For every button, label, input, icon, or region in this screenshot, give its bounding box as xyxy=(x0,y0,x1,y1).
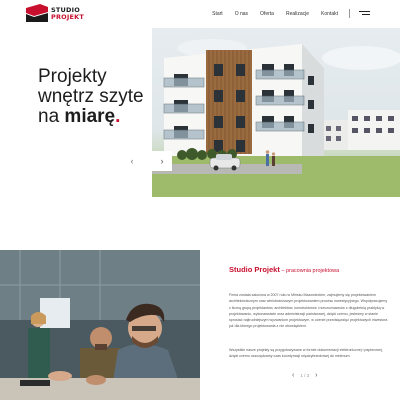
chevron-left-icon: ‹ xyxy=(130,156,134,166)
hero-building-image xyxy=(152,28,400,197)
chevron-right-icon: › xyxy=(160,156,164,166)
chevron-left-icon[interactable]: ‹ xyxy=(292,372,294,379)
chevron-right-icon[interactable]: › xyxy=(315,372,317,379)
main-nav: Start O nas Oferta Realizacje Kontakt xyxy=(212,11,338,17)
logo-line-2: PROJEKT xyxy=(51,13,85,21)
hero-line-3-prefix: na xyxy=(38,106,65,127)
nav-item-contact[interactable]: Kontakt xyxy=(321,11,338,17)
logo-text: STUDIO PROJEKT xyxy=(51,7,85,21)
nav-item-start[interactable]: Start xyxy=(212,11,223,17)
building-illustration xyxy=(152,39,400,197)
logo-mark-icon xyxy=(26,4,48,22)
hero-line-3-strong: miarę xyxy=(64,106,116,127)
nav-item-projects[interactable]: Realizacje xyxy=(286,11,309,17)
nav-divider xyxy=(349,9,350,18)
about-paragraph-2: Wszystkie nasze projekty są przygotowywa… xyxy=(229,348,383,359)
about-title: Studio Projekt xyxy=(229,265,280,274)
nav-item-offer[interactable]: Oferta xyxy=(260,11,274,17)
about-heading: Studio Projekt – pracownia projektowa xyxy=(229,265,339,274)
menu-icon[interactable] xyxy=(359,11,370,17)
about-paragraph-1: Firma została założona w 2007 roku w Miń… xyxy=(229,293,388,329)
slider-next-button[interactable]: › xyxy=(152,151,172,171)
office-team-photo xyxy=(0,250,200,400)
team-illustration xyxy=(0,250,200,400)
logo[interactable]: STUDIO PROJEKT xyxy=(26,4,84,24)
nav-item-about[interactable]: O nas xyxy=(235,11,248,17)
about-slider-pager: ‹ 1 / 3 › xyxy=(292,372,317,379)
slider-prev-button[interactable]: ‹ xyxy=(122,151,142,171)
hero-heading: Projekty wnętrz szyte na miarę. xyxy=(38,67,144,127)
hero-line-2: wnętrz szyte xyxy=(38,86,144,107)
pager-counter: 1 / 3 xyxy=(300,373,310,378)
hero-line-3-dot: . xyxy=(115,106,121,127)
site-header: STUDIO PROJEKT Start O nas Oferta Realiz… xyxy=(0,0,400,28)
hero-line-1: Projekty xyxy=(38,66,107,87)
about-subtitle: – pracownia projektowa xyxy=(279,268,340,274)
